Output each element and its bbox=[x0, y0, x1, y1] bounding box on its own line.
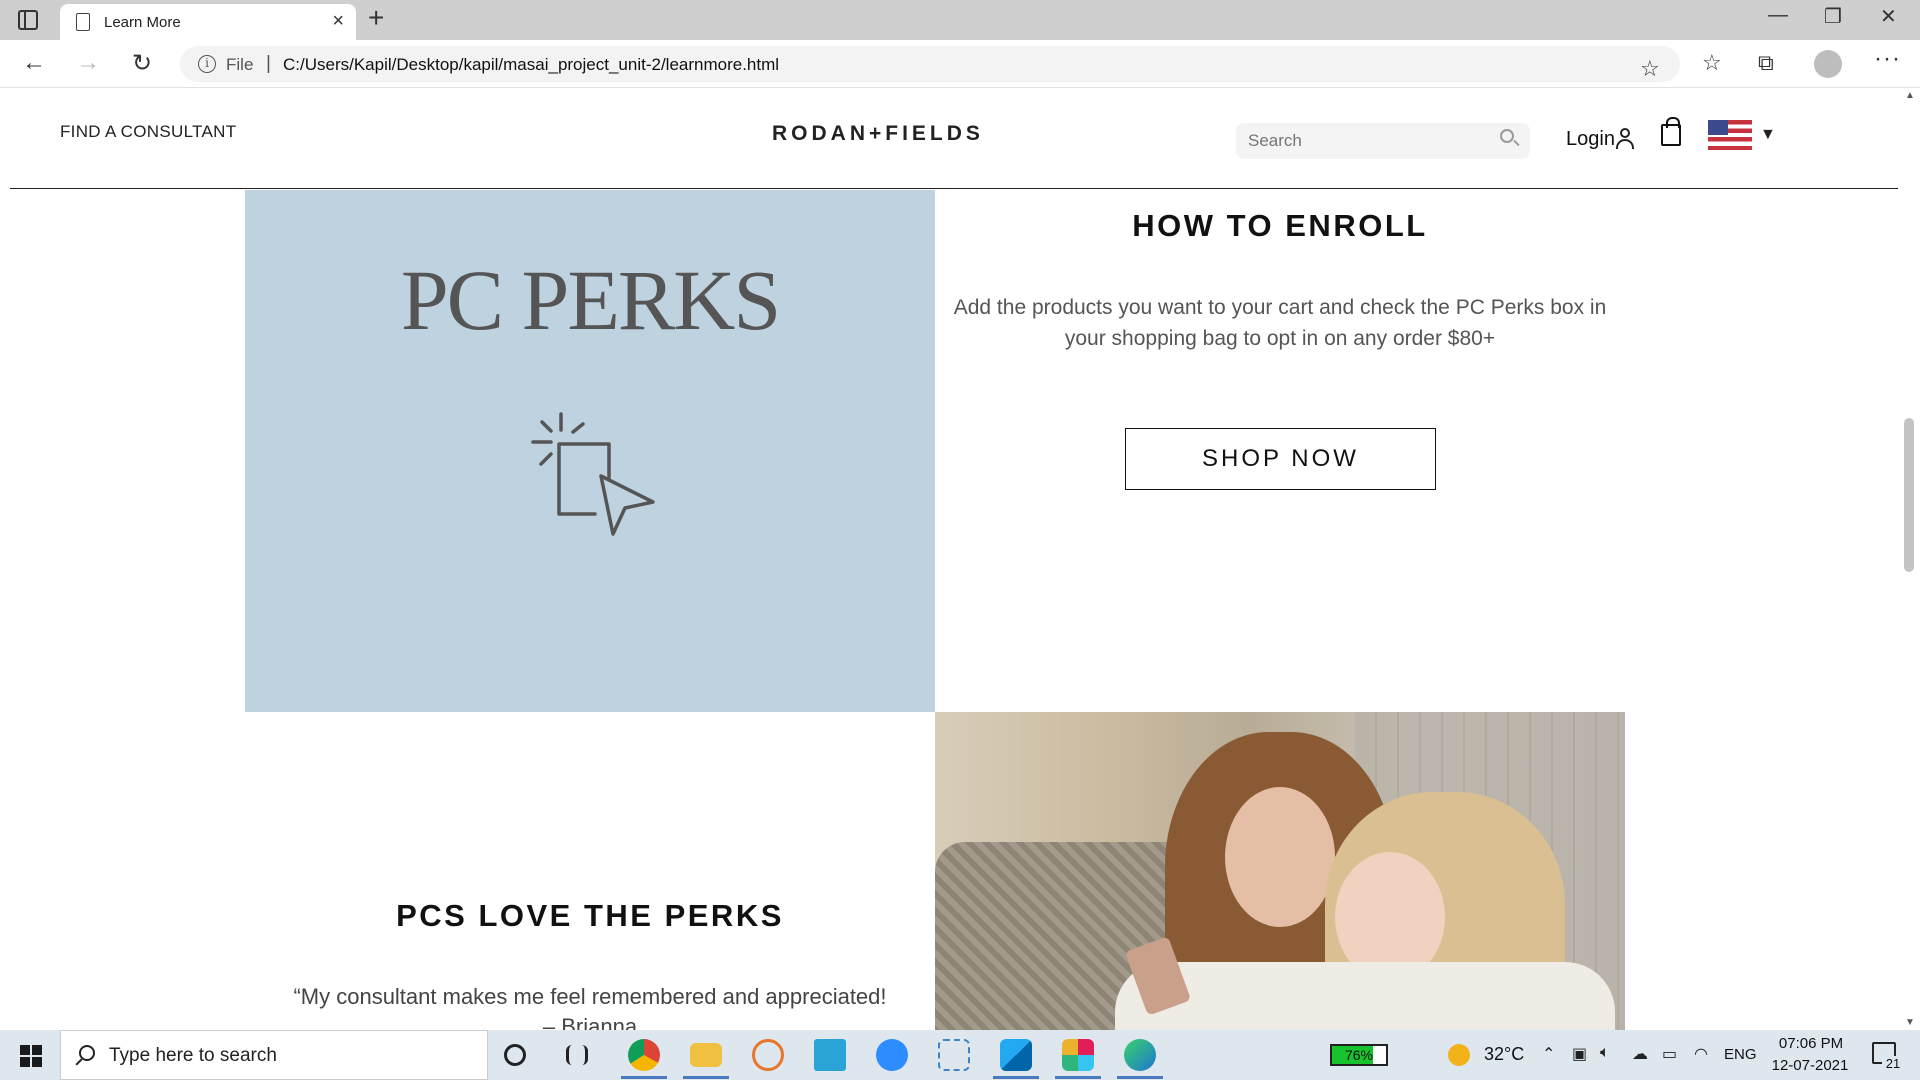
address-bar[interactable]: i File | C:/Users/Kapil/Desktop/kapil/ma… bbox=[180, 46, 1680, 82]
temperature[interactable]: 32°C bbox=[1484, 1044, 1524, 1065]
testimonial-author: – Brianna bbox=[542, 1014, 638, 1030]
site-header: FIND A CONSULTANT RODAN+FIELDS Login ▼ bbox=[10, 88, 1898, 189]
page-icon bbox=[76, 13, 90, 31]
reload-icon[interactable]: ↻ bbox=[132, 49, 152, 78]
battery-icon[interactable]: ▭ bbox=[1662, 1044, 1677, 1064]
two-women-photo bbox=[935, 712, 1625, 1030]
scroll-up-icon[interactable]: ▲ bbox=[1905, 90, 1915, 101]
task-view-icon[interactable] bbox=[566, 1045, 588, 1065]
user-icon[interactable] bbox=[1616, 128, 1634, 150]
edge-icon[interactable] bbox=[1124, 1039, 1156, 1071]
l-app-icon[interactable] bbox=[814, 1039, 846, 1071]
browser-toolbar: ← → ↻ i File | C:/Users/Kapil/Desktop/ka… bbox=[0, 40, 1920, 88]
testimonial-quote: “My consultant makes me feel remembered … bbox=[293, 984, 887, 1009]
file-label: File bbox=[226, 55, 254, 74]
shopping-bag-icon[interactable] bbox=[1661, 117, 1681, 146]
pc-perks-title: PC PERKS bbox=[400, 252, 781, 348]
snowflake-app-icon[interactable] bbox=[938, 1039, 970, 1071]
pcs-love-perks-heading: PCS LOVE THE PERKS bbox=[396, 898, 784, 933]
clock-date[interactable]: 12-07-2021 bbox=[1770, 1057, 1850, 1074]
web-page: FIND A CONSULTANT RODAN+FIELDS Login ▼ P… bbox=[0, 88, 1920, 1030]
meet-now-icon[interactable]: ▣ bbox=[1572, 1044, 1587, 1064]
clock-time[interactable]: 07:06 PM bbox=[1776, 1035, 1846, 1052]
notification-count: 21 bbox=[1882, 1056, 1904, 1074]
profile-avatar[interactable] bbox=[1814, 50, 1842, 78]
login-link[interactable]: Login bbox=[1566, 128, 1615, 151]
vscode-icon[interactable] bbox=[1000, 1039, 1032, 1071]
weather-icon[interactable] bbox=[1448, 1044, 1470, 1066]
taskbar-search[interactable]: Type here to search bbox=[60, 1030, 488, 1080]
wifi-icon[interactable]: ◠ bbox=[1694, 1044, 1708, 1064]
restore-icon[interactable]: ❐ bbox=[1824, 4, 1842, 29]
browser-tab-bar: Learn More × + — ❐ ✕ bbox=[0, 0, 1920, 40]
page-scrollbar[interactable]: ▲ ▼ bbox=[1900, 88, 1920, 1030]
close-window-icon[interactable]: ✕ bbox=[1880, 4, 1897, 29]
shop-now-button[interactable]: SHOP NOW bbox=[1125, 428, 1436, 490]
add-favorite-icon[interactable]: ☆ bbox=[1640, 56, 1660, 82]
favorites-icon[interactable]: ☆ bbox=[1702, 50, 1722, 76]
collections-icon[interactable]: ⧉ bbox=[1758, 50, 1774, 76]
forward-icon[interactable]: → bbox=[76, 49, 100, 77]
click-cursor-icon bbox=[531, 412, 655, 536]
browser-tab[interactable]: Learn More × bbox=[60, 4, 356, 40]
chrome-icon[interactable] bbox=[628, 1039, 660, 1071]
speaker-icon[interactable]: 🔈︎ bbox=[1600, 1044, 1610, 1062]
chevron-down-icon[interactable]: ▼ bbox=[1760, 126, 1776, 144]
battery-meter[interactable]: 76% bbox=[1330, 1044, 1388, 1066]
search-icon bbox=[79, 1045, 95, 1061]
more-menu-icon[interactable]: ··· bbox=[1874, 45, 1901, 73]
snipping-tool-icon[interactable] bbox=[752, 1039, 784, 1071]
windows-start-icon[interactable] bbox=[20, 1045, 42, 1067]
file-explorer-icon[interactable] bbox=[690, 1043, 722, 1067]
url-text[interactable]: C:/Users/Kapil/Desktop/kapil/masai_proje… bbox=[283, 55, 779, 75]
tab-actions-icon[interactable] bbox=[18, 10, 38, 30]
search-box bbox=[1236, 123, 1530, 159]
battery-percent: 76% bbox=[1344, 1047, 1374, 1063]
zoom-icon[interactable] bbox=[876, 1039, 908, 1071]
scroll-down-icon[interactable]: ▼ bbox=[1905, 1017, 1915, 1028]
tab-title: Learn More bbox=[104, 14, 181, 31]
minimize-icon[interactable]: — bbox=[1768, 4, 1788, 27]
slack-icon[interactable] bbox=[1062, 1039, 1094, 1071]
find-consultant-link[interactable]: FIND A CONSULTANT bbox=[60, 122, 236, 142]
pc-perks-panel: PC PERKS bbox=[245, 190, 935, 712]
us-flag-icon[interactable] bbox=[1708, 120, 1752, 150]
cortana-icon[interactable] bbox=[504, 1044, 526, 1066]
close-tab-icon[interactable]: × bbox=[332, 10, 344, 33]
onedrive-icon[interactable]: ☁ bbox=[1632, 1044, 1648, 1064]
chevron-up-icon[interactable]: ⌃ bbox=[1542, 1044, 1555, 1064]
windows-taskbar: Type here to search 76% 32°C ⌃ ▣ 🔈︎ ☁ ▭ … bbox=[0, 1030, 1920, 1080]
back-icon[interactable]: ← bbox=[22, 49, 46, 77]
how-to-enroll-heading: HOW TO ENROLL bbox=[1132, 208, 1428, 243]
taskbar-search-placeholder: Type here to search bbox=[109, 1045, 277, 1066]
search-icon[interactable] bbox=[1500, 129, 1514, 143]
info-icon[interactable]: i bbox=[198, 55, 216, 73]
enroll-description: Add the products you want to your cart a… bbox=[953, 296, 1607, 350]
new-tab-icon[interactable]: + bbox=[368, 2, 384, 34]
scrollbar-thumb[interactable] bbox=[1904, 418, 1914, 572]
brand-logo[interactable]: RODAN+FIELDS bbox=[772, 122, 984, 146]
url-separator: | bbox=[266, 53, 271, 74]
language-indicator[interactable]: ENG bbox=[1724, 1046, 1757, 1063]
search-input[interactable] bbox=[1236, 123, 1486, 159]
